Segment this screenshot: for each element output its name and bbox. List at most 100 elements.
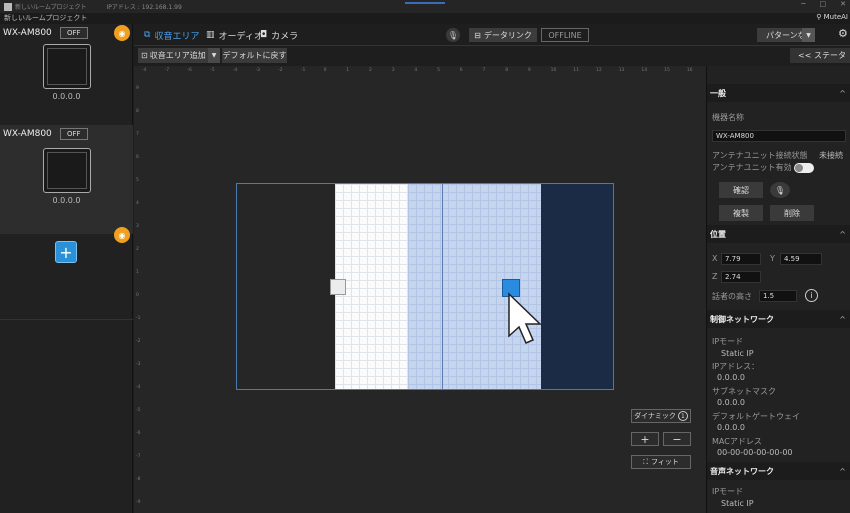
mic-button[interactable]: 🎙 xyxy=(446,28,460,42)
mic-test-button[interactable]: 🎙 xyxy=(770,182,790,198)
chevron-down-icon[interactable]: ▼ xyxy=(208,48,220,63)
chevron-up-icon[interactable]: ^ xyxy=(839,467,846,476)
duplicate-button[interactable]: 複製 xyxy=(719,205,763,221)
device-thumbnail[interactable] xyxy=(43,148,91,193)
chevron-down-icon[interactable]: ▼ xyxy=(802,28,815,42)
z-input[interactable]: 2.74 xyxy=(721,271,761,283)
ruler-tick: 2 xyxy=(136,247,139,252)
antenna-enable-label: アンテナユニット有効 xyxy=(712,163,792,172)
tab-sound-area[interactable]: ⧉ 収音エリア xyxy=(144,28,199,42)
power-toggle-button[interactable]: OFF xyxy=(59,128,88,140)
ruler-tick: 5 xyxy=(136,178,139,183)
ruler-tick: 8 xyxy=(136,109,139,114)
info-icon[interactable]: i xyxy=(805,289,818,302)
zoom-out-button[interactable]: − xyxy=(663,432,691,446)
audio-icon: ▥ xyxy=(206,30,215,40)
ruler-tick: -1 xyxy=(136,316,141,321)
left-ruler: 9 8 7 6 5 4 3 2 1 0 -1 -2 -3 -4 -5 -6 -7 -8 -9 xyxy=(134,78,148,513)
tab-label: カメラ xyxy=(271,31,299,42)
room-area[interactable] xyxy=(236,183,614,390)
room-zone[interactable] xyxy=(541,184,613,389)
device-name-input[interactable]: WX-AM800 xyxy=(712,130,846,142)
device-list-panel: WX-AM800 OFF ◉ 0.0.0.0 WX-AM800 OFF ◉ 0.… xyxy=(0,24,133,513)
subnet-value: 0.0.0.0 xyxy=(717,398,745,407)
ruler-tick: -3 xyxy=(136,362,141,367)
zoom-in-button[interactable]: + xyxy=(631,432,659,446)
pattern-select[interactable]: パターンなし ▼ xyxy=(757,28,815,42)
sound-area-zone-selected[interactable] xyxy=(408,184,541,389)
device-thumbnail[interactable] xyxy=(43,44,91,89)
close-button[interactable]: ✕ xyxy=(840,0,846,8)
window-titlebar: 新しいルームプロジェクト IPアドレス : 192.168.1.99 ─ □ ✕ xyxy=(0,0,850,13)
ruler-tick: 0 xyxy=(323,68,327,73)
add-area-icon: ⊡ xyxy=(141,51,148,60)
antenna-status-label: アンテナユニット接続状態 xyxy=(712,151,808,160)
dynamic-count-badge: 1 xyxy=(677,411,688,421)
device-header[interactable]: WX-AM800 OFF ◉ xyxy=(0,24,133,42)
properties-panel: 一般 ^ 機器名称 WX-AM800 アンテナユニット接続状態 未接続 アンテナ… xyxy=(706,66,850,513)
reset-default-button[interactable]: デフォルトに戻す xyxy=(222,48,287,63)
ruler-tick: -3 xyxy=(255,68,261,73)
dynamic-button[interactable]: ダイナミック 1 xyxy=(631,409,691,423)
audio-ip-mode-label: IPモード xyxy=(712,487,744,496)
tab-audio[interactable]: ▥ オーディオ xyxy=(206,28,263,42)
ruler-tick: 4 xyxy=(136,201,139,206)
room-canvas[interactable]: -4 -7 -6 -5 -4 -3 -2 -1 0 1 2 3 4 5 6 7 8 9 10 11 12 13 14 15 16… xyxy=(134,66,706,513)
microphone-device-marker[interactable] xyxy=(330,279,346,295)
y-input[interactable]: 4.59 xyxy=(780,253,822,265)
tab-camera[interactable]: ◘ カメラ xyxy=(260,28,298,42)
sound-area-icon: ⧉ xyxy=(144,30,151,40)
confirm-button[interactable]: 確認 xyxy=(719,182,763,198)
ruler-tick: 2 xyxy=(369,68,372,73)
chevron-up-icon[interactable]: ^ xyxy=(839,89,846,98)
muteai-label: MuteAI xyxy=(823,13,848,21)
top-ruler: -4 -7 -6 -5 -4 -3 -2 -1 0 1 2 3 4 5 6 7 8 9 10 11 12 13 14 15 16 xyxy=(134,66,706,78)
position-section-header[interactable]: 位置 ^ xyxy=(707,225,850,243)
eye-icon[interactable]: ◉ xyxy=(114,25,130,41)
speaker-height-input[interactable]: 1.5 xyxy=(759,290,797,302)
x-input[interactable]: 7.79 xyxy=(721,253,761,265)
add-device-button[interactable]: + xyxy=(55,241,77,263)
status-panel-toggle[interactable]: << ステータ xyxy=(790,48,850,63)
ruler-tick: 11 xyxy=(573,68,580,73)
camera-icon: ◘ xyxy=(260,30,268,40)
ruler-tick: -8 xyxy=(136,477,141,482)
ruler-tick: 1 xyxy=(136,270,139,275)
main-tabbar: ⧉ 収音エリア ▥ オーディオ ◘ カメラ 🎙 ⊟ データリンク OFFLINE… xyxy=(134,24,850,46)
subnet-label: サブネットマスク xyxy=(712,387,776,396)
antenna-status-value: 未接続 xyxy=(819,151,843,160)
gear-icon[interactable]: ⚙ xyxy=(838,27,848,40)
ruler-tick: -5 xyxy=(210,68,215,73)
maximize-button[interactable]: □ xyxy=(820,0,827,8)
canvas-toolbar: ⊡ 収音エリア追加 ▼ デフォルトに戻す << ステータ xyxy=(134,46,850,66)
chevron-up-icon[interactable]: ^ xyxy=(839,230,846,239)
app-icon xyxy=(4,2,12,11)
fit-icon: ⛶ xyxy=(643,457,649,466)
ruler-tick: -5 xyxy=(136,408,141,413)
chevron-up-icon[interactable]: ^ xyxy=(839,315,846,324)
eye-icon[interactable]: ◉ xyxy=(114,227,130,243)
window-title: 新しいルームプロジェクト xyxy=(15,4,87,11)
ruler-tick: 7 xyxy=(482,68,486,73)
fit-button[interactable]: ⛶ フィット xyxy=(631,455,691,469)
project-bar: 新しいルームプロジェクト xyxy=(0,13,850,24)
general-section-header[interactable]: 一般 ^ xyxy=(707,84,850,102)
divider xyxy=(0,319,133,320)
ruler-tick: -4 xyxy=(136,385,141,390)
mouse-cursor-icon xyxy=(508,292,542,344)
ruler-tick: 7 xyxy=(136,132,139,137)
ruler-tick: 3 xyxy=(391,68,395,73)
datalink-button[interactable]: ⊟ データリンク xyxy=(469,28,537,42)
power-toggle-button[interactable]: OFF xyxy=(59,27,88,39)
control-network-section-header[interactable]: 制御ネットワーク ^ xyxy=(707,310,850,328)
add-sound-area-button[interactable]: ⊡ 収音エリア追加 ▼ xyxy=(138,48,220,63)
antenna-enable-toggle[interactable] xyxy=(794,163,814,173)
device-header[interactable]: WX-AM800 OFF ◉ xyxy=(0,125,133,243)
delete-button[interactable]: 削除 xyxy=(770,205,814,221)
audio-network-section-header[interactable]: 音声ネットワーク ^ xyxy=(707,462,850,480)
fit-label: フィット xyxy=(651,458,679,466)
section-title: 一般 xyxy=(710,88,726,98)
window-controls: ─ □ ✕ xyxy=(801,0,846,8)
ruler-tick: 8 xyxy=(505,68,509,73)
minimize-button[interactable]: ─ xyxy=(801,0,805,8)
